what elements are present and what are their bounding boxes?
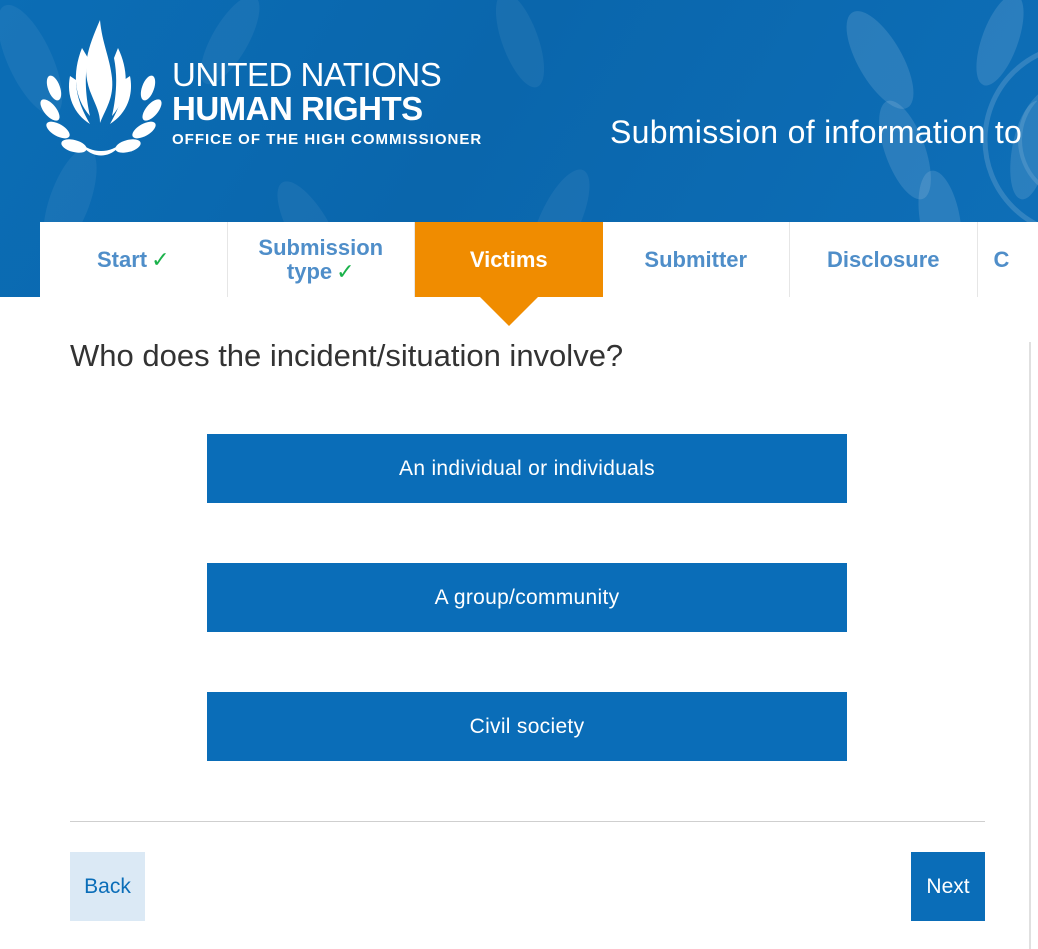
check-icon: ✓ — [151, 246, 170, 272]
tab-disclosure[interactable]: Disclosure — [790, 222, 978, 297]
tab-partial-next[interactable]: C — [977, 222, 1038, 297]
tab-label-line2-wrap: type ✓ — [258, 258, 383, 284]
tab-label-line1: Submission — [258, 234, 384, 260]
tab-label-wrap: Submission type ✓ — [258, 234, 384, 284]
next-button[interactable]: Next — [911, 852, 985, 921]
tab-label: C — [993, 246, 1010, 272]
tab-start[interactable]: Start ✓ — [40, 222, 228, 297]
logo-line-ohchr: OFFICE OF THE HIGH COMMISSIONER — [172, 131, 483, 148]
option-group-community-button[interactable]: A group/community — [207, 563, 847, 632]
option-individuals-button[interactable]: An individual or individuals — [207, 434, 847, 503]
tab-label: Submitter — [644, 246, 748, 272]
footer-divider — [70, 821, 985, 822]
tab-label: Victims — [469, 246, 548, 272]
tab-label: Disclosure — [827, 246, 940, 272]
content-right-border — [1029, 342, 1031, 949]
logo-line-united-nations: UNITED NATIONS — [172, 56, 442, 93]
tab-submitter[interactable]: Submitter — [602, 222, 790, 297]
tab-label-line2: type — [286, 258, 333, 284]
tab-label: Start — [96, 246, 148, 272]
progress-tabs: Start ✓ Submission type ✓ Victims Submitt… — [40, 222, 1038, 326]
back-button[interactable]: Back — [70, 852, 145, 921]
check-icon: ✓ — [336, 258, 355, 284]
un-emblem-icon — [40, 20, 162, 156]
logo-text: UNITED NATIONS HUMAN RIGHTS OFFICE OF TH… — [172, 58, 482, 152]
tab-submission-type[interactable]: Submission type ✓ — [227, 222, 415, 297]
option-civil-society-button[interactable]: Civil society — [207, 692, 847, 761]
question-heading: Who does the incident/situation involve? — [70, 338, 624, 373]
un-human-rights-logo[interactable]: UNITED NATIONS HUMAN RIGHTS OFFICE OF TH… — [40, 18, 481, 168]
page-title: Submission of information to — [610, 114, 1023, 150]
tab-victims[interactable]: Victims — [415, 222, 603, 326]
logo-line-human-rights: HUMAN RIGHTS — [172, 90, 423, 127]
